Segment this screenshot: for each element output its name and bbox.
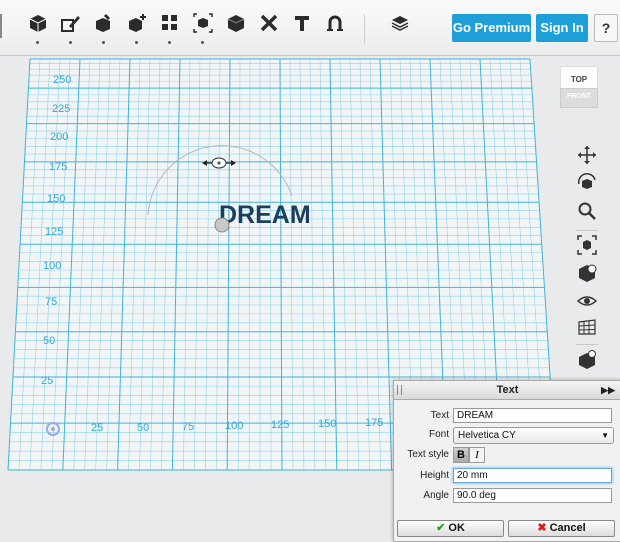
construct-icon[interactable]	[122, 12, 152, 46]
edit-icon[interactable]	[56, 12, 86, 46]
height-row: Height 20 mm	[394, 468, 620, 486]
y-label: 150	[47, 193, 65, 205]
panel-header: Text ▶▶	[394, 381, 620, 400]
y-label: 50	[43, 335, 55, 347]
orbit-icon[interactable]	[572, 172, 602, 198]
view-cube-top[interactable]: TOP	[560, 66, 598, 90]
collapse-icon[interactable]: ▶▶	[601, 381, 615, 399]
italic-toggle[interactable]: I	[469, 447, 485, 463]
font-row: Font Helvetica CY ▼	[394, 427, 620, 445]
elevation-handle[interactable]	[215, 218, 229, 232]
view-cube[interactable]: TOP FRONT	[556, 64, 600, 110]
dream-text-object[interactable]: DREAM	[219, 201, 311, 229]
y-label: 100	[43, 260, 61, 272]
height-label: Height	[420, 470, 449, 481]
height-input[interactable]: 20 mm	[453, 468, 612, 483]
angle-input[interactable]: 90.0 deg	[453, 488, 612, 503]
nav-divider	[576, 344, 598, 345]
zoom-icon[interactable]	[572, 200, 602, 226]
pattern-icon[interactable]	[155, 12, 185, 46]
grid-icon[interactable]	[572, 316, 602, 342]
x-label: 125	[271, 419, 289, 431]
x-label: 150	[318, 418, 336, 430]
font-label: Font	[429, 429, 449, 440]
x-label: 75	[182, 421, 194, 433]
text-label: Text	[431, 410, 449, 421]
snap-icon[interactable]	[320, 12, 350, 46]
close-icon: ✖	[537, 522, 546, 534]
text-input[interactable]: DREAM	[453, 408, 612, 423]
ok-label: OK	[448, 522, 465, 534]
panel-grip-icon[interactable]	[397, 385, 402, 395]
solid-icon[interactable]	[221, 12, 251, 46]
materials-icon[interactable]	[385, 12, 415, 46]
panel-title: Text	[497, 384, 519, 396]
angle-label: Angle	[423, 490, 449, 501]
x-label: 175	[365, 417, 383, 429]
font-value: Helvetica CY	[458, 430, 516, 441]
main-toolbar: Go Premium Sign In ?	[0, 0, 620, 56]
combine-icon[interactable]	[254, 12, 284, 46]
help-button[interactable]: ?	[594, 14, 618, 42]
cube-add-icon[interactable]	[23, 12, 53, 46]
solid-view-icon[interactable]	[572, 262, 602, 288]
view-cube-front[interactable]: FRONT	[560, 88, 598, 108]
view-navigation-bar	[570, 140, 604, 380]
x-label: 100	[225, 420, 243, 432]
text-style-label: Text style	[407, 449, 449, 460]
visibility-icon[interactable]	[572, 290, 602, 316]
text-row: Text DREAM	[394, 408, 620, 426]
y-label: 200	[50, 131, 68, 143]
bold-toggle[interactable]: B	[453, 447, 469, 463]
nav-divider	[576, 230, 598, 231]
chevron-down-icon: ▼	[601, 428, 609, 443]
y-label: 75	[45, 296, 57, 308]
materials-view-icon[interactable]	[572, 348, 602, 374]
y-label: 125	[45, 226, 63, 238]
go-premium-button[interactable]: Go Premium	[452, 14, 531, 42]
toolbar-edge	[0, 14, 2, 38]
ok-button[interactable]: ✔ OK	[397, 520, 504, 537]
y-label: 175	[49, 161, 67, 173]
y-label: 225	[52, 103, 70, 115]
angle-row: Angle 90.0 deg	[394, 488, 620, 506]
y-label: 25	[41, 375, 53, 387]
text-properties-panel: Text ▶▶ Text DREAM Font Helvetica CY ▼ T…	[393, 380, 620, 542]
font-select[interactable]: Helvetica CY ▼	[453, 427, 614, 444]
cancel-button[interactable]: ✖ Cancel	[508, 520, 615, 537]
toolbar-divider	[364, 14, 365, 44]
text-icon[interactable]	[287, 12, 317, 46]
checkmark-icon: ✔	[436, 522, 445, 534]
text-style-row: Text style B I	[394, 447, 620, 465]
group-icon[interactable]	[188, 12, 218, 46]
pan-icon[interactable]	[572, 144, 602, 170]
sign-in-button[interactable]: Sign In	[536, 14, 588, 42]
x-label: 25	[91, 422, 103, 434]
fit-all-icon[interactable]	[572, 234, 602, 260]
modify-icon[interactable]	[89, 12, 119, 46]
cancel-label: Cancel	[550, 522, 586, 534]
y-label: 250	[53, 74, 71, 86]
x-label: 50	[137, 422, 149, 434]
